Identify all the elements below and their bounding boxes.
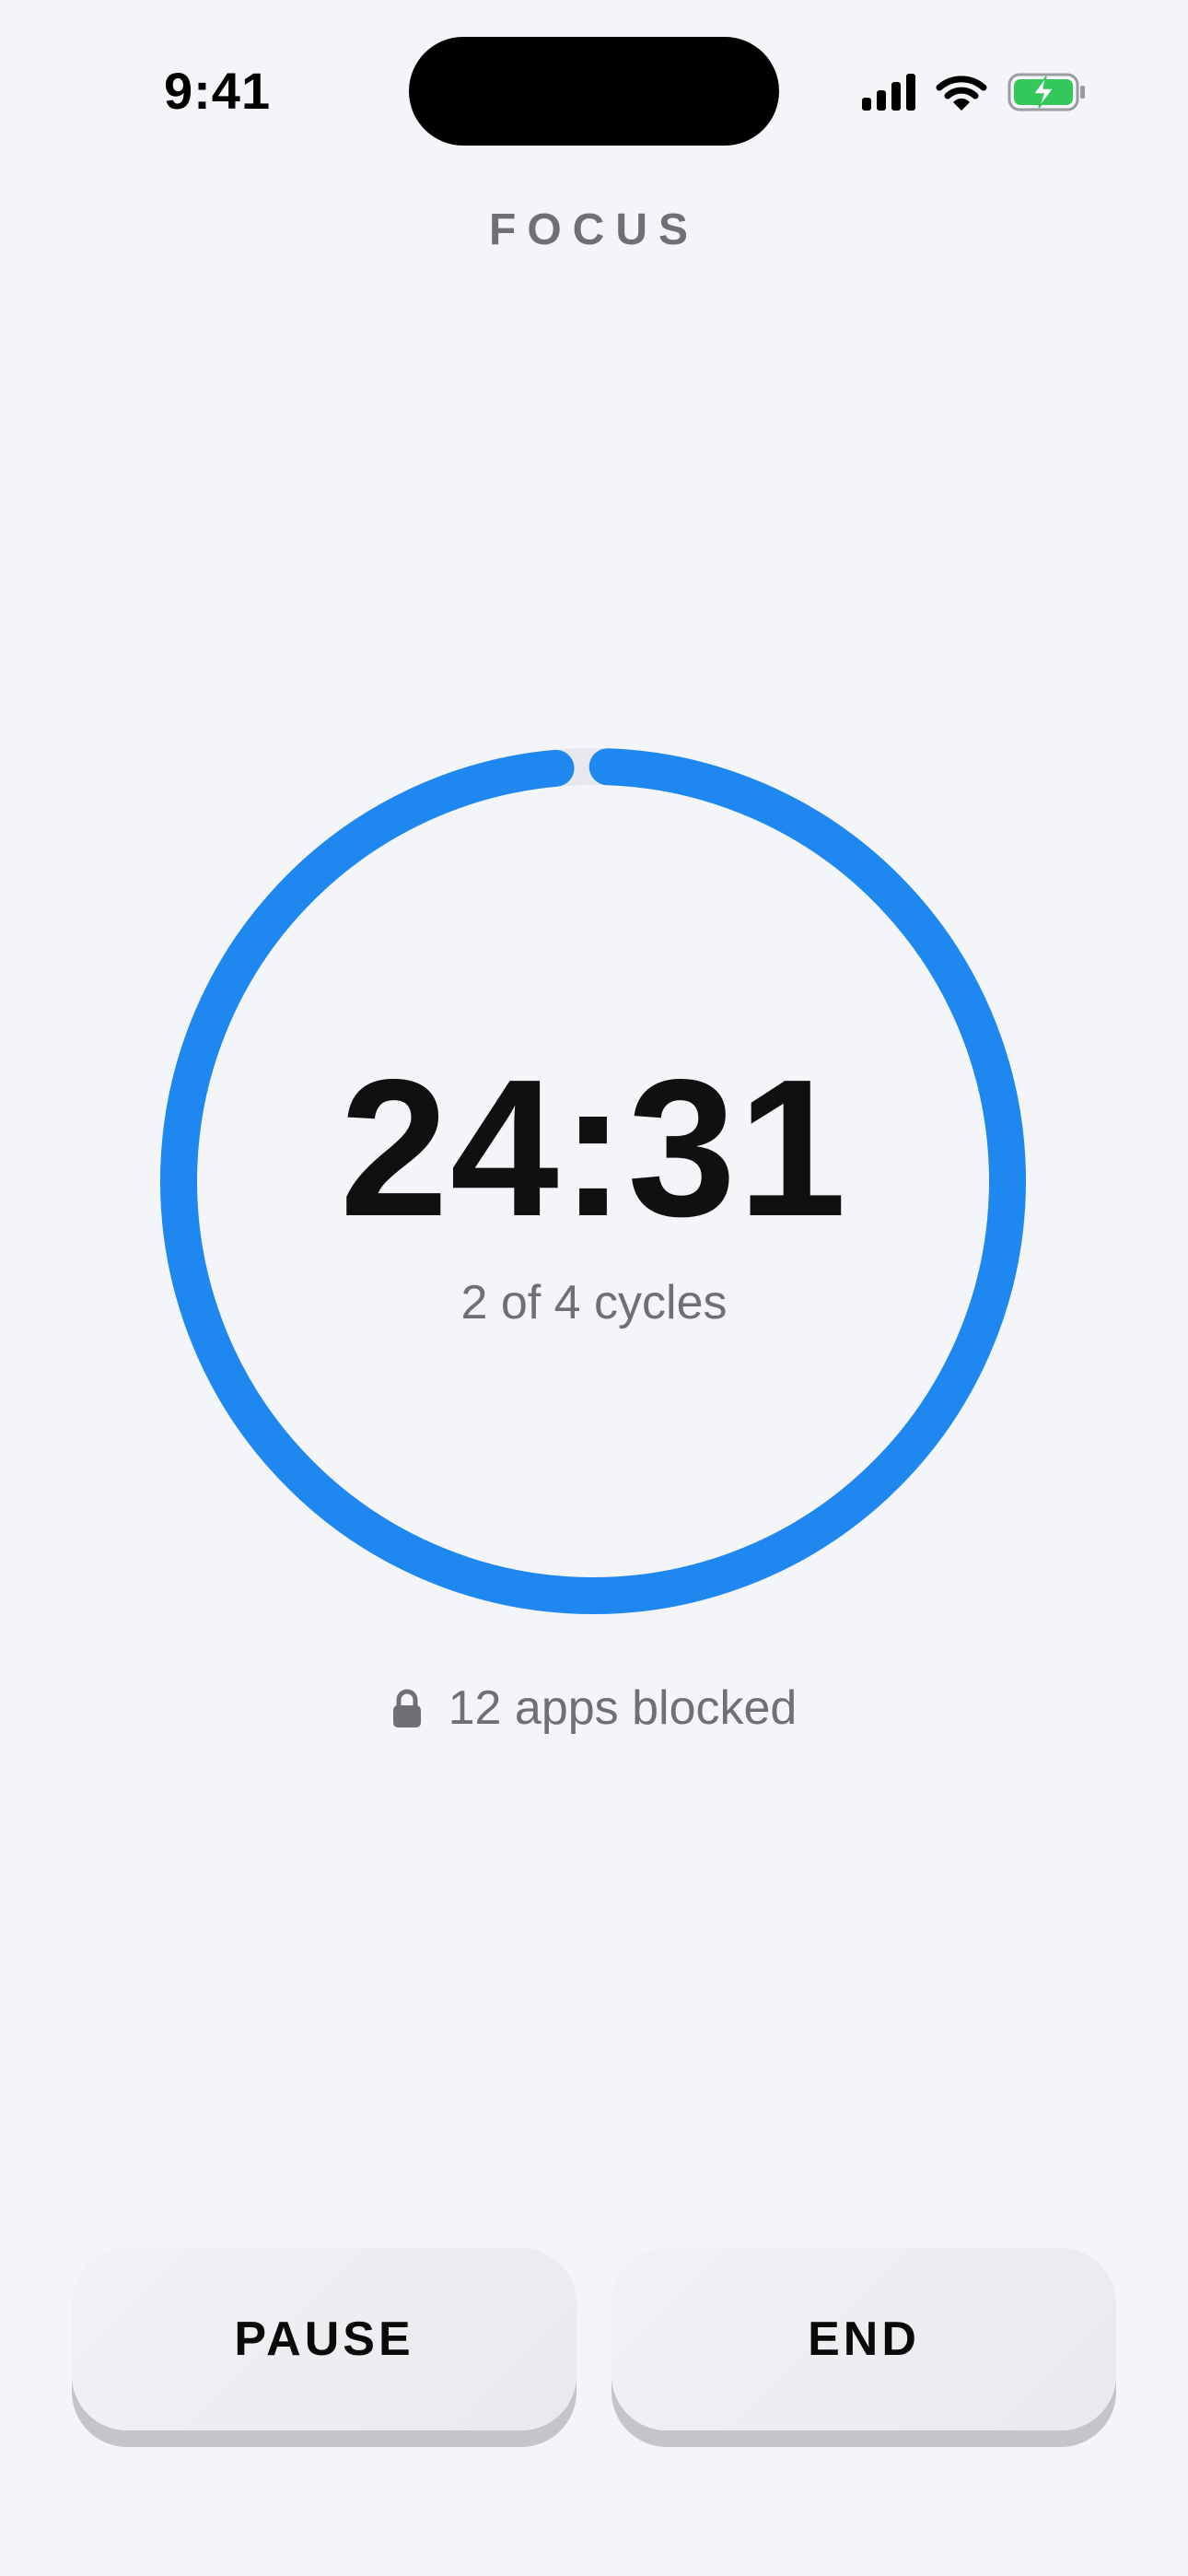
cycles-label: 2 of 4 cycles [460, 1276, 728, 1329]
end-button[interactable]: END [611, 2248, 1116, 2430]
signal-icon [862, 74, 915, 111]
battery-charging-icon [1007, 73, 1085, 111]
status-icons [862, 68, 1087, 116]
wifi-icon [936, 76, 987, 111]
lock-icon [392, 1689, 421, 1727]
apps-blocked-status: 12 apps blocked [0, 1680, 1188, 1736]
apps-blocked-label: 12 apps blocked [448, 1681, 798, 1735]
status-time: 9:41 [164, 62, 272, 120]
timer-display: 24:31 [339, 1038, 849, 1257]
pause-button[interactable]: PAUSE [72, 2248, 577, 2430]
page-title: FOCUS [489, 205, 699, 254]
dynamic-island [409, 37, 779, 146]
